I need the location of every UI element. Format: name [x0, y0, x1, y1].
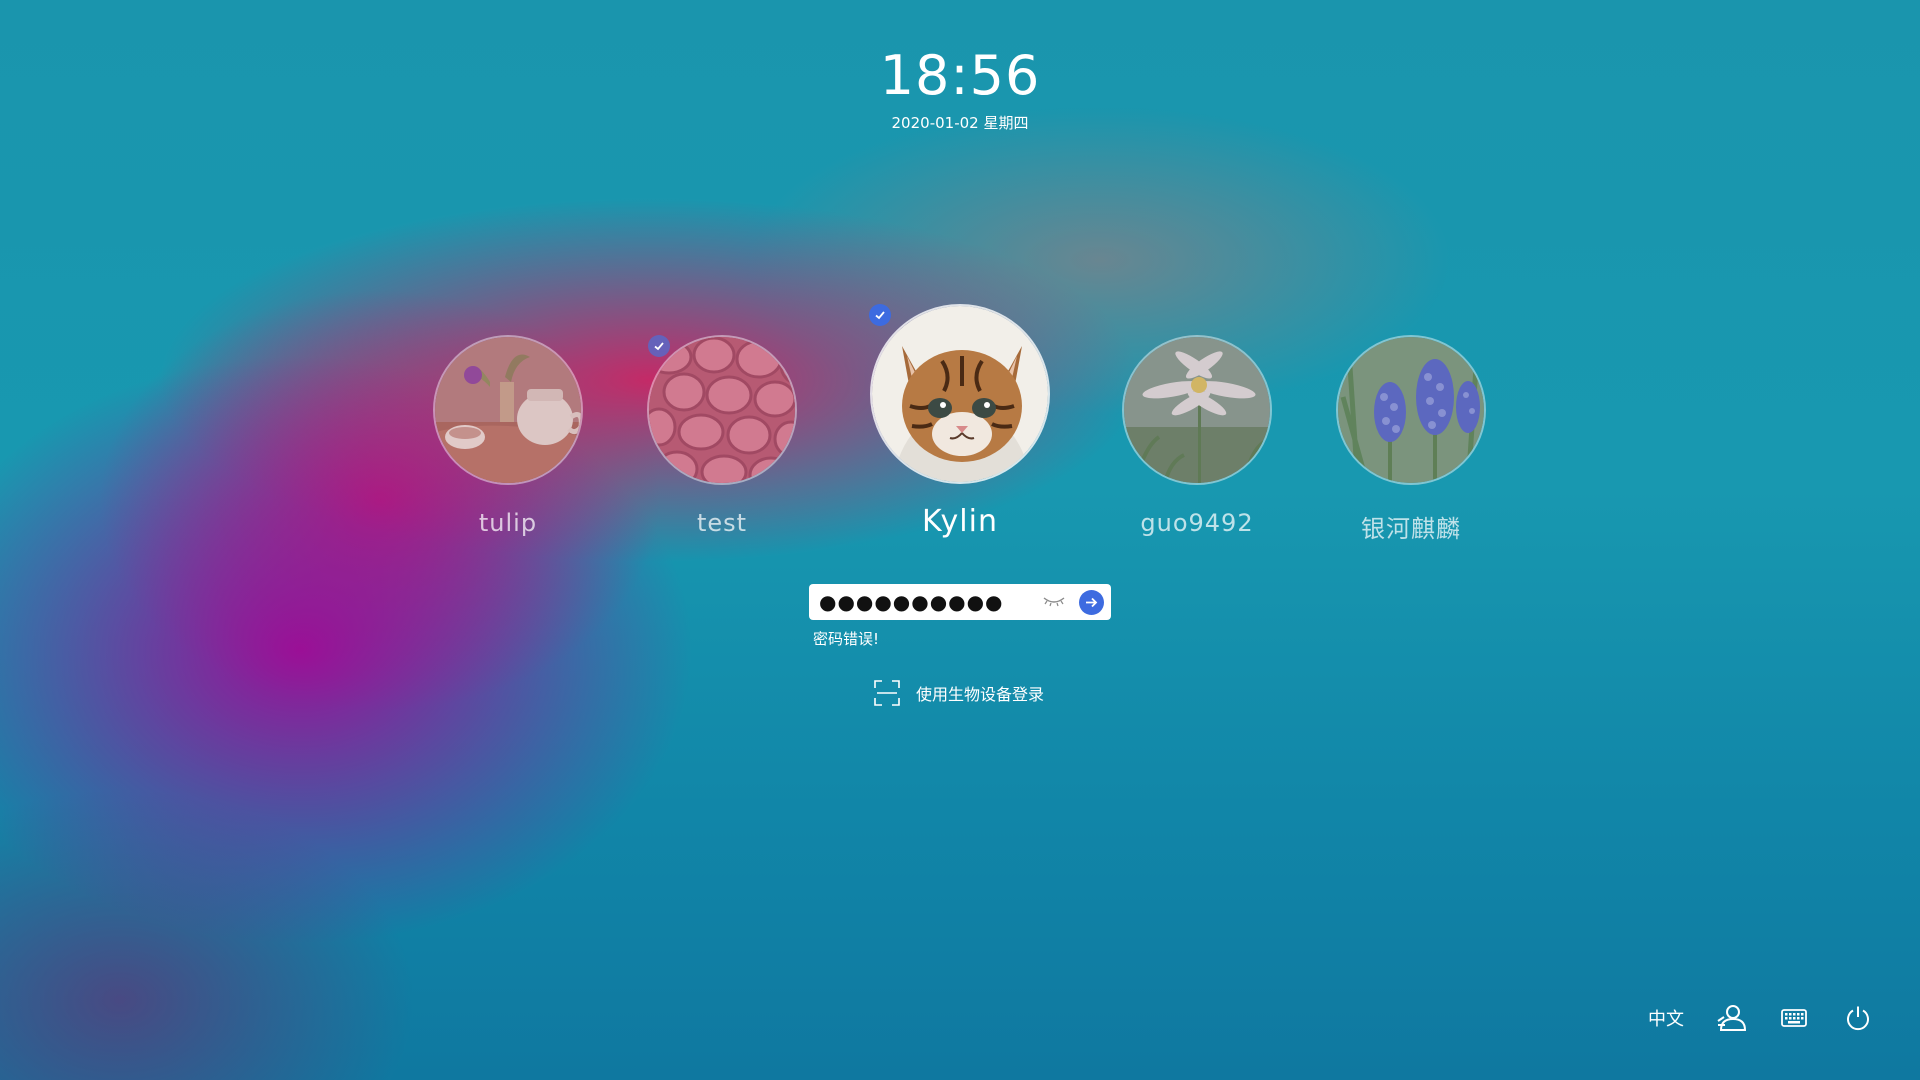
user-card-guo9492[interactable]: guo9492 — [1122, 335, 1272, 537]
user-card-yinhe-qilin[interactable]: 银河麒麟 — [1336, 335, 1486, 544]
switch-user-icon — [1717, 1005, 1747, 1031]
avatar-yinhe-qilin — [1336, 335, 1486, 485]
clock-date: 2020-01-02 星期四 — [891, 114, 1029, 132]
avatar-kylin — [870, 304, 1050, 484]
user-name-yinhe-qilin: 银河麒麟 — [1361, 515, 1461, 543]
clock-time: 18:56 — [879, 44, 1041, 107]
user-name-kylin: Kylin — [922, 504, 998, 539]
logged-in-check-icon — [869, 304, 891, 326]
login-arrow-button[interactable] — [1079, 590, 1104, 615]
pink-stones-photo — [649, 337, 795, 483]
avatar-test — [647, 335, 797, 485]
user-card-test[interactable]: test — [647, 335, 797, 537]
face-scan-icon — [874, 680, 900, 706]
user-card-tulip[interactable]: tulip — [433, 335, 583, 537]
password-mask: ●●●●●●●●●● — [819, 590, 1004, 614]
biometric-login-label: 使用生物设备登录 — [916, 685, 1045, 704]
eye-closed-icon[interactable] — [1042, 593, 1066, 613]
grape-hyacinth-photo — [1338, 337, 1484, 483]
avatar-tulip — [433, 335, 583, 485]
keyboard-icon — [1781, 1009, 1807, 1027]
teapot-photo — [435, 337, 581, 483]
lock-screen: 18:56 2020-01-02 星期四 tulip test Kylin gu… — [0, 0, 1920, 1080]
avatar-guo9492 — [1122, 335, 1272, 485]
user-name-test: test — [696, 509, 748, 537]
arrow-right-icon — [1086, 597, 1098, 608]
error-message: 密码错误! — [813, 630, 880, 648]
switch-user-button[interactable] — [1714, 1000, 1750, 1036]
language-label: 中文 — [1648, 1009, 1684, 1030]
power-icon — [1847, 1006, 1869, 1031]
language-button[interactable]: 中文 — [1640, 1000, 1692, 1036]
password-field[interactable]: ●●●●●●●●●● — [809, 584, 1111, 620]
virtual-keyboard-button[interactable] — [1776, 1000, 1812, 1036]
user-card-kylin[interactable]: Kylin — [869, 304, 1050, 539]
logged-in-check-icon — [648, 335, 670, 357]
kitten-photo — [872, 306, 1048, 482]
daisy-photo — [1124, 337, 1270, 483]
biometric-login-button[interactable]: 使用生物设备登录 — [874, 680, 1044, 706]
user-name-guo9492: guo9492 — [1140, 509, 1254, 537]
power-button[interactable] — [1840, 1000, 1876, 1036]
user-name-tulip: tulip — [478, 509, 538, 537]
